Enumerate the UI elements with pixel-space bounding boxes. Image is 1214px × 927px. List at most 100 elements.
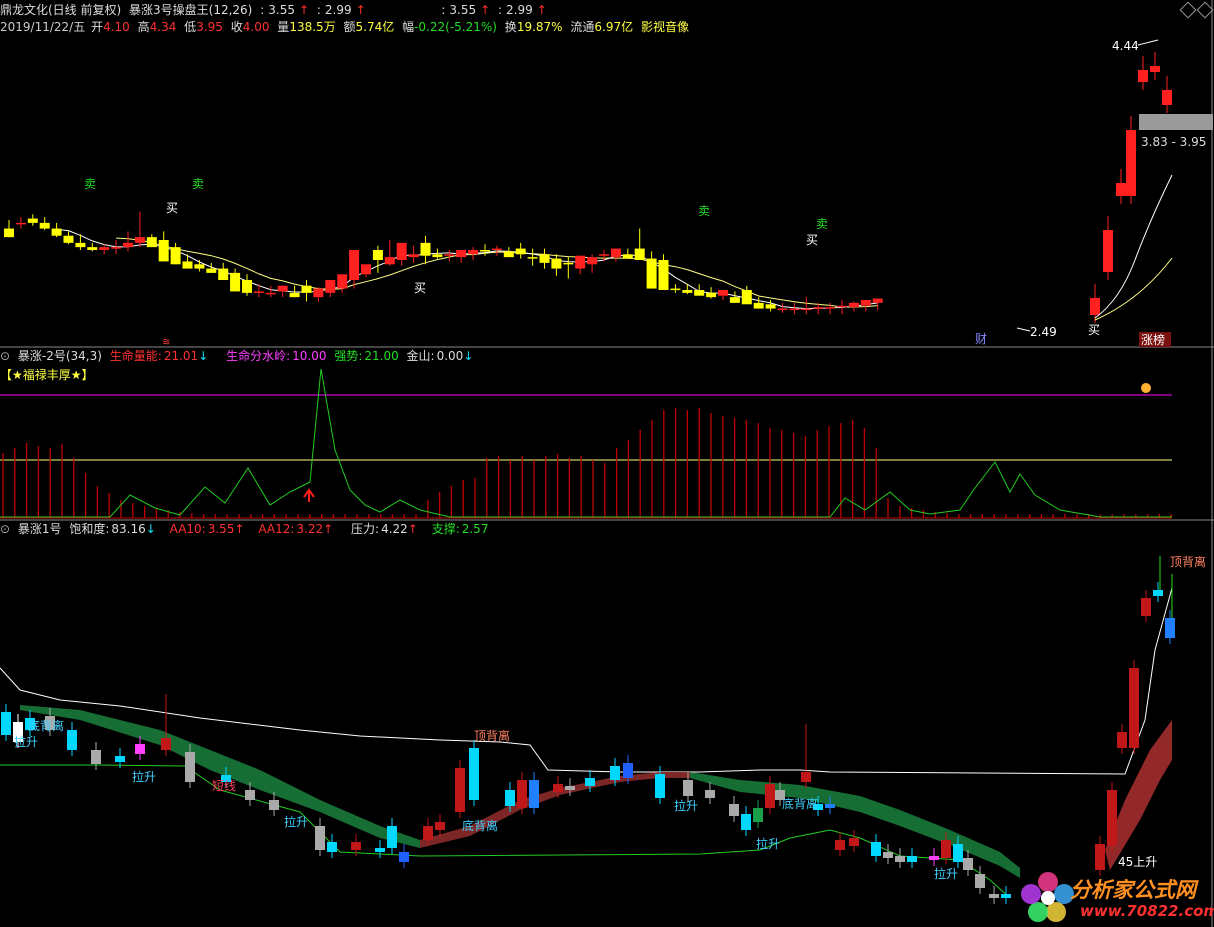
candle-body	[384, 257, 395, 265]
panel2-v2: 10.00	[292, 349, 327, 363]
candle-body	[170, 247, 181, 265]
indicator-candle	[963, 858, 973, 870]
candle-body	[253, 291, 264, 293]
candle-body	[361, 264, 371, 275]
candle-body	[682, 290, 693, 293]
candle-body	[337, 274, 348, 289]
indicator-candle	[585, 778, 595, 786]
panel2-name[interactable]: 暴涨-2号(34,3)	[18, 349, 102, 363]
indicator-candle	[399, 852, 409, 862]
candle-body	[837, 305, 847, 308]
indicator-candle	[1165, 618, 1175, 638]
indicator-candle	[683, 780, 693, 796]
indicator-candle	[849, 838, 859, 846]
candle-body	[27, 218, 38, 223]
indicator-candle	[375, 848, 385, 852]
candle-body	[551, 258, 562, 269]
quote-float: 6.97亿	[594, 20, 634, 34]
indicator-candle	[351, 842, 361, 850]
candle-body	[718, 290, 728, 296]
candle-body	[480, 250, 490, 252]
candle-body	[396, 242, 407, 260]
quote-sector[interactable]: 影视音像	[641, 20, 689, 34]
indicator-candle	[741, 814, 751, 830]
flower-logo-icon	[1018, 868, 1078, 924]
quote-turnover: 19.87%	[516, 20, 563, 34]
bottom-divergence-label: 底背离	[28, 718, 64, 733]
stock-chart[interactable]: 3.83 - 3.954.442.49卖 卖卖卖买买买买财 涨榜≋拉升拉升拉升拉升拉…	[0, 0, 1214, 927]
candle-body	[622, 254, 633, 259]
indicator-candle	[1141, 598, 1151, 616]
panel2-toggle-icon[interactable]: ⊙	[0, 349, 10, 363]
top-divergence-label: 顶背离	[1170, 554, 1206, 569]
bottom-divergence-label: 底背离	[782, 796, 818, 811]
candle-body	[848, 302, 859, 308]
indicator-candle	[655, 774, 665, 798]
indicator-candle	[610, 766, 620, 780]
indicator-candle	[553, 784, 563, 792]
indicator-name[interactable]: 暴涨3号操盘王(12,26)	[129, 3, 252, 17]
indicator-candle	[765, 784, 775, 808]
lashen-label: 拉升	[132, 769, 156, 784]
candle-body	[658, 260, 669, 290]
indicator-candle	[941, 840, 951, 858]
indicator-candle	[565, 786, 575, 790]
sell-signal: 卖	[698, 204, 710, 218]
panel3-name[interactable]: 暴涨1号	[18, 522, 62, 536]
limit-tag: 涨榜	[1141, 332, 1165, 347]
ma-short-line	[56, 228, 878, 310]
indicator-candle	[1, 712, 11, 735]
indicator-candle	[469, 748, 479, 800]
candle-body	[408, 254, 419, 258]
indicator-candle	[387, 826, 397, 848]
candle-body	[599, 254, 609, 256]
candle-body	[825, 307, 836, 309]
candle-body	[99, 247, 110, 250]
short-term-label: 短线	[212, 779, 236, 793]
candle-body	[277, 285, 288, 292]
candle-body	[563, 262, 574, 265]
candle-body	[456, 250, 467, 258]
candle-body	[753, 302, 764, 309]
indicator-candle	[185, 752, 195, 782]
candle-body	[670, 288, 681, 291]
indicator-candle	[1107, 790, 1117, 846]
title-bar: 鼎龙文化(日线 前复权) 暴涨3号操盘王(12,26) :3.55 ↑ :2.99…	[0, 3, 547, 17]
candle-body	[289, 292, 300, 298]
candle-body	[111, 247, 122, 249]
candle-body	[789, 308, 800, 311]
indicator-candle	[753, 808, 763, 822]
support-line	[0, 764, 1011, 899]
indicator-candle	[825, 804, 835, 808]
candle-body	[634, 248, 645, 260]
candle-body	[134, 237, 145, 243]
indicator-candle	[115, 756, 125, 762]
indicator-candle	[245, 790, 255, 800]
indicator-candle	[835, 840, 845, 850]
quote-low: 3.95	[196, 20, 223, 34]
candle-body	[729, 297, 740, 303]
indicator-candle	[729, 804, 739, 816]
candle-body	[527, 257, 538, 259]
buy-signal: 买	[414, 281, 426, 295]
stock-name[interactable]: 鼎龙文化(日线 前复权)	[0, 3, 121, 17]
panel2-banner: 【★福禄丰厚★】	[0, 368, 94, 382]
candle-body	[432, 254, 443, 258]
candle-body	[575, 255, 586, 269]
panel3-v3: 3.22	[296, 522, 324, 536]
indicator-candle	[529, 780, 539, 808]
panel3-toggle-icon[interactable]: ⊙	[0, 522, 10, 536]
sell-signal: 卖	[84, 177, 96, 191]
indicator-candle	[1095, 844, 1105, 870]
lashen-label: 拉升	[934, 866, 958, 881]
candle-body	[15, 222, 26, 225]
quote-open: 4.10	[103, 20, 130, 34]
candle-body	[75, 242, 86, 248]
panel3-header: ⊙ 暴涨1号 饱和度: 83.16↓ AA10: 3.55↑ AA12: 3.22↑ …	[0, 522, 489, 536]
low-price-pointer	[1016, 327, 1031, 332]
low-price-label: 2.49	[1030, 325, 1057, 339]
panel3-v2: 3.55	[207, 522, 235, 536]
candle-body	[313, 288, 324, 298]
candle-body	[515, 248, 526, 255]
quote-bar: 2019/11/22/五 开4.10 高4.34 低3.95 收4.00 量13…	[0, 20, 689, 34]
